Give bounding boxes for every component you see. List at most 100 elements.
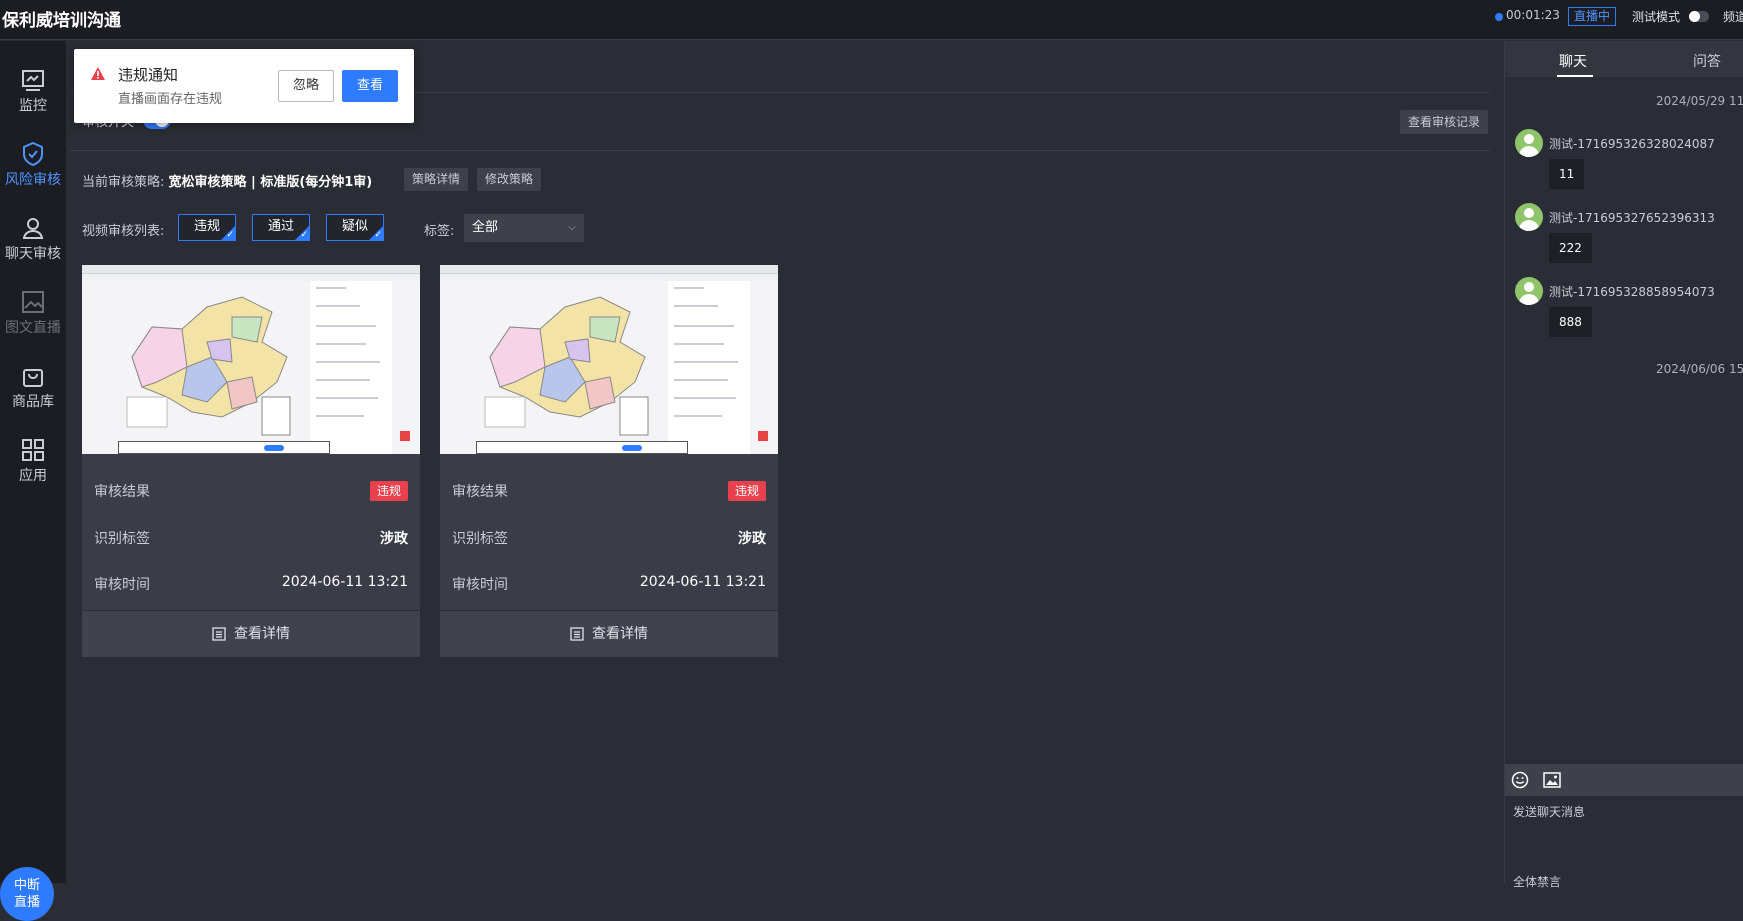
violation-toast: 违规通知 直播画面存在违规 忽略 查看	[74, 49, 414, 123]
time-value: 2024-06-11 13:21	[281, 574, 408, 590]
video-list-label: 视频审核列表:	[82, 224, 165, 239]
check-icon: ✓	[226, 230, 234, 240]
time-label: 审核时间	[452, 577, 508, 593]
nav-item-monitor[interactable]: 监控	[0, 53, 66, 125]
check-icon: ✓	[300, 230, 308, 240]
result-badge: 违规	[369, 481, 408, 501]
chat-username: 测试-171695327652396313	[1549, 211, 1715, 225]
review-card: 审核结果 违规 识别标签 涉政 审核时间 2024-06-11 13:21 查看…	[440, 265, 778, 657]
tag-value: 涉政	[380, 531, 408, 547]
policy-detail-button[interactable]: 策略详情	[404, 168, 469, 191]
ignore-button[interactable]: 忽略	[278, 70, 334, 102]
toast-message: 直播画面存在违规	[118, 92, 223, 107]
shield-icon	[23, 141, 43, 167]
image-icon	[22, 291, 44, 313]
policy-row: 当前审核策略: 宽松审核策略 | 标准版(每分钟1审)	[82, 171, 372, 190]
stop-live-line2: 直播	[13, 895, 40, 910]
nav-label: 聊天审核	[5, 246, 61, 262]
chat-toolbar	[1505, 764, 1743, 796]
chat-message: 222	[1549, 233, 1592, 263]
filter-violation-checkbox[interactable]: 违规 ✓	[178, 214, 236, 241]
map-image	[126, 296, 291, 436]
chat-date: 2024/05/29 11:2	[1656, 94, 1743, 108]
chat-tabs: 聊天 问答	[1505, 41, 1743, 77]
stop-live-button[interactable]: 中断 直播	[0, 867, 54, 921]
tag-label: 标签:	[424, 224, 455, 239]
result-label: 审核结果	[452, 484, 508, 500]
policy-label: 当前审核策略:	[82, 175, 169, 190]
tab-qa[interactable]: 问答	[1693, 51, 1721, 71]
nav-label: 风险审核	[5, 172, 61, 188]
live-dot-icon	[1495, 13, 1503, 21]
map-image	[484, 296, 649, 436]
mute-all-label[interactable]: 全体禁言	[1513, 873, 1561, 890]
toast-title: 违规通知	[118, 66, 179, 84]
filter-label: 疑似	[341, 219, 368, 234]
time-label: 审核时间	[94, 577, 150, 593]
time-value: 2024-06-11 13:21	[639, 574, 766, 590]
nav-item-graphic-live[interactable]: 图文直播	[0, 275, 66, 347]
document-icon	[212, 627, 226, 641]
user-icon	[22, 218, 44, 239]
chat-username: 测试-171695328858954073	[1549, 285, 1715, 299]
avatar	[1515, 203, 1543, 231]
tab-chat[interactable]: 聊天	[1559, 51, 1587, 71]
nav-item-risk-review[interactable]: 风险审核	[0, 127, 66, 199]
screenshot-thumbnail[interactable]	[440, 265, 778, 454]
top-bar: 保利威培训沟通 00:01:23 直播中 测试模式 频道	[0, 0, 1743, 40]
avatar	[1515, 277, 1543, 305]
nav-item-products[interactable]: 商品库	[0, 349, 66, 421]
live-status-badge: 直播中	[1568, 7, 1617, 26]
test-mode-label: 测试模式	[1632, 10, 1681, 24]
left-nav: 监控 风险审核 聊天审核 图文直播 商品库 应用 中断 直播	[0, 41, 66, 921]
policy-edit-button[interactable]: 修改策略	[477, 168, 542, 191]
filter-pass-checkbox[interactable]: 通过 ✓	[252, 214, 310, 241]
tag-value: 涉政	[738, 531, 766, 547]
monitor-icon	[22, 70, 44, 91]
nav-label: 商品库	[12, 394, 54, 410]
nav-label: 图文直播	[5, 320, 61, 336]
document-icon	[570, 627, 584, 641]
emoji-icon[interactable]	[1511, 771, 1529, 789]
view-detail-button[interactable]: 查看详情	[82, 610, 420, 657]
tag-label: 识别标签	[452, 531, 508, 547]
chat-input[interactable]: 发送聊天消息	[1513, 803, 1585, 820]
stop-live-line1: 中断	[13, 878, 40, 893]
filter-label: 违规	[193, 219, 220, 234]
result-label: 审核结果	[94, 484, 150, 500]
tab-underline	[1557, 75, 1593, 77]
screenshot-thumbnail[interactable]	[82, 265, 420, 454]
nav-item-apps[interactable]: 应用	[0, 423, 66, 495]
test-mode-toggle[interactable]	[1689, 11, 1709, 22]
chat-message: 11	[1549, 159, 1585, 189]
bag-icon	[23, 369, 43, 387]
view-detail-button[interactable]: 查看详情	[440, 610, 778, 657]
nav-label: 应用	[19, 468, 47, 484]
app-title: 保利威培训沟通	[2, 11, 121, 31]
chat-date: 2024/06/06 15:2	[1656, 362, 1743, 376]
chat-username: 测试-171695326328024087	[1549, 137, 1715, 151]
avatar	[1515, 129, 1543, 157]
nav-label: 监控	[19, 98, 47, 114]
warning-icon	[91, 67, 105, 80]
chat-message: 888	[1549, 307, 1592, 337]
chevron-down-icon: ⌵	[568, 222, 576, 233]
filter-label: 通过	[267, 219, 294, 234]
result-badge: 违规	[727, 481, 766, 501]
image-upload-icon[interactable]	[1543, 772, 1561, 788]
divider	[70, 150, 1490, 151]
view-detail-label: 查看详情	[592, 626, 648, 642]
view-records-button[interactable]: 查看审核记录	[1400, 110, 1489, 134]
view-detail-label: 查看详情	[234, 626, 290, 642]
review-card: 审核结果 违规 识别标签 涉政 审核时间 2024-06-11 13:21 查看…	[82, 265, 420, 657]
channel-label[interactable]: 频道	[1723, 8, 1743, 25]
filter-suspect-checkbox[interactable]: 疑似 ✓	[326, 214, 384, 241]
view-button[interactable]: 查看	[342, 70, 398, 102]
live-time: 00:01:23	[1506, 8, 1560, 22]
grid-icon	[22, 439, 44, 461]
policy-value: 宽松审核策略 | 标准版(每分钟1审)	[168, 175, 373, 190]
nav-item-chat-review[interactable]: 聊天审核	[0, 201, 66, 273]
tag-label: 识别标签	[94, 531, 150, 547]
tag-select[interactable]: 全部 ⌵	[464, 214, 584, 242]
tag-select-value: 全部	[472, 220, 499, 235]
